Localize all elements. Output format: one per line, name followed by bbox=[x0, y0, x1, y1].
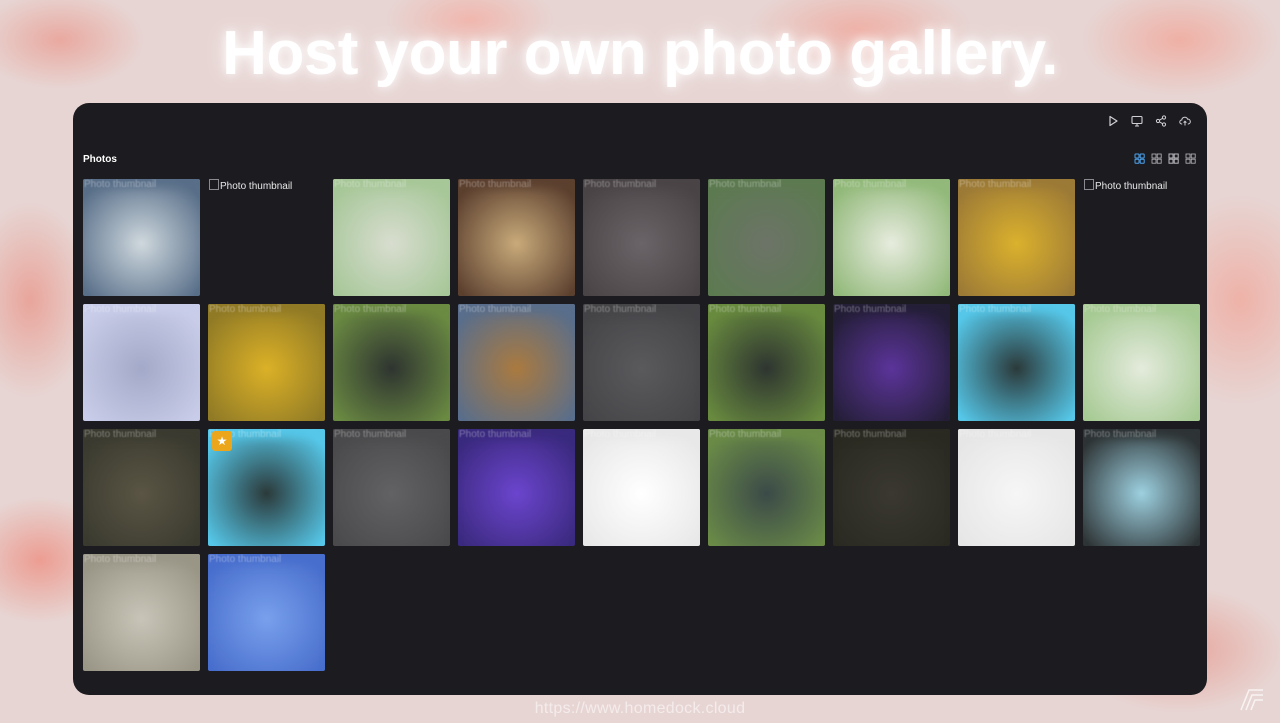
photo-thumbnail[interactable]: Photo thumbnail bbox=[708, 429, 825, 546]
view-mode-switcher bbox=[1134, 152, 1197, 164]
thumbnail-alt-text: Photo thumbnail bbox=[1084, 429, 1157, 440]
photo-thumbnail[interactable]: Photo thumbnail bbox=[1083, 304, 1200, 421]
photo-thumbnail[interactable]: Photo thumbnail bbox=[708, 304, 825, 421]
monitor-icon bbox=[1131, 115, 1143, 127]
play-icon bbox=[1109, 115, 1118, 127]
photo-thumbnail[interactable]: Photo thumbnail bbox=[958, 429, 1075, 546]
photo-grid: Photo thumbnail Photo thumbnail Photo thum… bbox=[83, 179, 1200, 671]
photo-thumbnail[interactable]: Photo thumbnail bbox=[583, 429, 700, 546]
photo-thumbnail[interactable]: Photo thumbnail bbox=[83, 554, 200, 671]
play-button[interactable] bbox=[1105, 113, 1121, 129]
photo-thumbnail[interactable]: Photo thumbnail ★ bbox=[208, 429, 325, 546]
thumbnail-alt-text: Photo thumbnail bbox=[959, 179, 1032, 190]
photo-thumbnail[interactable]: Photo thumbnail bbox=[333, 429, 450, 546]
photo-gallery-window: Photos Photo thumbnail Photo thumbnail Pho… bbox=[73, 103, 1207, 695]
headline: Host your own photo gallery. bbox=[222, 19, 1058, 88]
photo-thumbnail[interactable]: Photo thumbnail bbox=[708, 179, 825, 296]
thumbnail-alt-text: Photo thumbnail bbox=[334, 179, 407, 190]
thumbnail-alt-text: Photo thumbnail bbox=[959, 304, 1032, 315]
photo-thumbnail[interactable]: Photo thumbnail bbox=[208, 179, 325, 296]
thumbnail-alt-text: Photo thumbnail bbox=[84, 179, 157, 190]
cast-to-screen-button[interactable] bbox=[1129, 113, 1145, 129]
photo-thumbnail[interactable]: Photo thumbnail bbox=[458, 304, 575, 421]
photo-thumbnail[interactable]: Photo thumbnail bbox=[83, 429, 200, 546]
thumbnail-alt-text: Photo thumbnail bbox=[84, 304, 157, 315]
grid-large-icon bbox=[1134, 153, 1145, 164]
photo-thumbnail[interactable]: Photo thumbnail bbox=[458, 179, 575, 296]
thumbnail-alt-text: Photo thumbnail bbox=[459, 179, 532, 190]
photo-thumbnail[interactable]: Photo thumbnail bbox=[208, 554, 325, 671]
thumbnail-alt-text: Photo thumbnail bbox=[959, 429, 1032, 440]
broken-image-icon bbox=[209, 179, 219, 190]
section-title: Photos bbox=[83, 154, 117, 165]
favorite-star-icon[interactable]: ★ bbox=[212, 431, 232, 451]
photo-thumbnail[interactable]: Photo thumbnail bbox=[1083, 429, 1200, 546]
cloud-upload-icon bbox=[1179, 116, 1191, 126]
view-mode-button[interactable] bbox=[1168, 152, 1180, 164]
thumbnail-alt-text: Photo thumbnail bbox=[709, 429, 782, 440]
photo-thumbnail[interactable]: Photo thumbnail bbox=[208, 304, 325, 421]
photo-thumbnail[interactable]: Photo thumbnail bbox=[1083, 179, 1200, 296]
thumbnail-alt-text: Photo thumbnail bbox=[84, 429, 157, 440]
share-icon bbox=[1155, 115, 1167, 127]
grid-medium-icon bbox=[1151, 153, 1162, 164]
thumbnail-alt-text: Photo thumbnail bbox=[209, 179, 292, 192]
thumbnail-alt-text: Photo thumbnail bbox=[1084, 304, 1157, 315]
view-mode-button[interactable] bbox=[1134, 152, 1146, 164]
thumbnail-alt-text: Photo thumbnail bbox=[459, 304, 532, 315]
thumbnail-alt-text: Photo thumbnail bbox=[209, 554, 282, 565]
upload-button[interactable] bbox=[1177, 113, 1193, 129]
thumbnail-alt-text: Photo thumbnail bbox=[459, 429, 532, 440]
thumbnail-alt-text: Photo thumbnail bbox=[584, 429, 657, 440]
photo-thumbnail[interactable]: Photo thumbnail bbox=[83, 304, 200, 421]
thumbnail-alt-text: Photo thumbnail bbox=[709, 304, 782, 315]
photo-thumbnail[interactable]: Photo thumbnail bbox=[83, 179, 200, 296]
thumbnail-alt-text: Photo thumbnail bbox=[209, 304, 282, 315]
view-mode-button[interactable] bbox=[1151, 152, 1163, 164]
thumbnail-alt-text: Photo thumbnail bbox=[584, 179, 657, 190]
photo-thumbnail[interactable]: Photo thumbnail bbox=[333, 304, 450, 421]
homedock-logo-icon bbox=[1240, 689, 1263, 711]
photo-thumbnail[interactable]: Photo thumbnail bbox=[833, 429, 950, 546]
thumbnail-alt-text: Photo thumbnail bbox=[584, 304, 657, 315]
photo-thumbnail[interactable]: Photo thumbnail bbox=[833, 304, 950, 421]
photo-thumbnail[interactable]: Photo thumbnail bbox=[458, 429, 575, 546]
grid-small-icon bbox=[1168, 153, 1179, 164]
photo-thumbnail[interactable]: Photo thumbnail bbox=[583, 304, 700, 421]
photo-thumbnail[interactable]: Photo thumbnail bbox=[958, 304, 1075, 421]
thumbnail-alt-text: Photo thumbnail bbox=[1084, 179, 1167, 192]
photo-thumbnail[interactable]: Photo thumbnail bbox=[333, 179, 450, 296]
thumbnail-alt-text: Photo thumbnail bbox=[334, 429, 407, 440]
photo-thumbnail[interactable]: Photo thumbnail bbox=[583, 179, 700, 296]
thumbnail-alt-text: Photo thumbnail bbox=[334, 304, 407, 315]
thumbnail-alt-text: Photo thumbnail bbox=[834, 304, 907, 315]
thumbnail-alt-text: Photo thumbnail bbox=[709, 179, 782, 190]
photo-thumbnail[interactable]: Photo thumbnail bbox=[958, 179, 1075, 296]
share-button[interactable] bbox=[1153, 113, 1169, 129]
thumbnail-alt-text: Photo thumbnail bbox=[834, 179, 907, 190]
photo-thumbnail[interactable]: Photo thumbnail bbox=[833, 179, 950, 296]
toolbar bbox=[1105, 113, 1193, 129]
thumbnail-alt-text: Photo thumbnail bbox=[84, 554, 157, 565]
broken-image-icon bbox=[1084, 179, 1094, 190]
grid-xsmall-icon bbox=[1185, 153, 1196, 164]
thumbnail-alt-text: Photo thumbnail bbox=[834, 429, 907, 440]
view-mode-button[interactable] bbox=[1185, 152, 1197, 164]
footer-url: https://www.homedock.cloud bbox=[534, 700, 746, 717]
